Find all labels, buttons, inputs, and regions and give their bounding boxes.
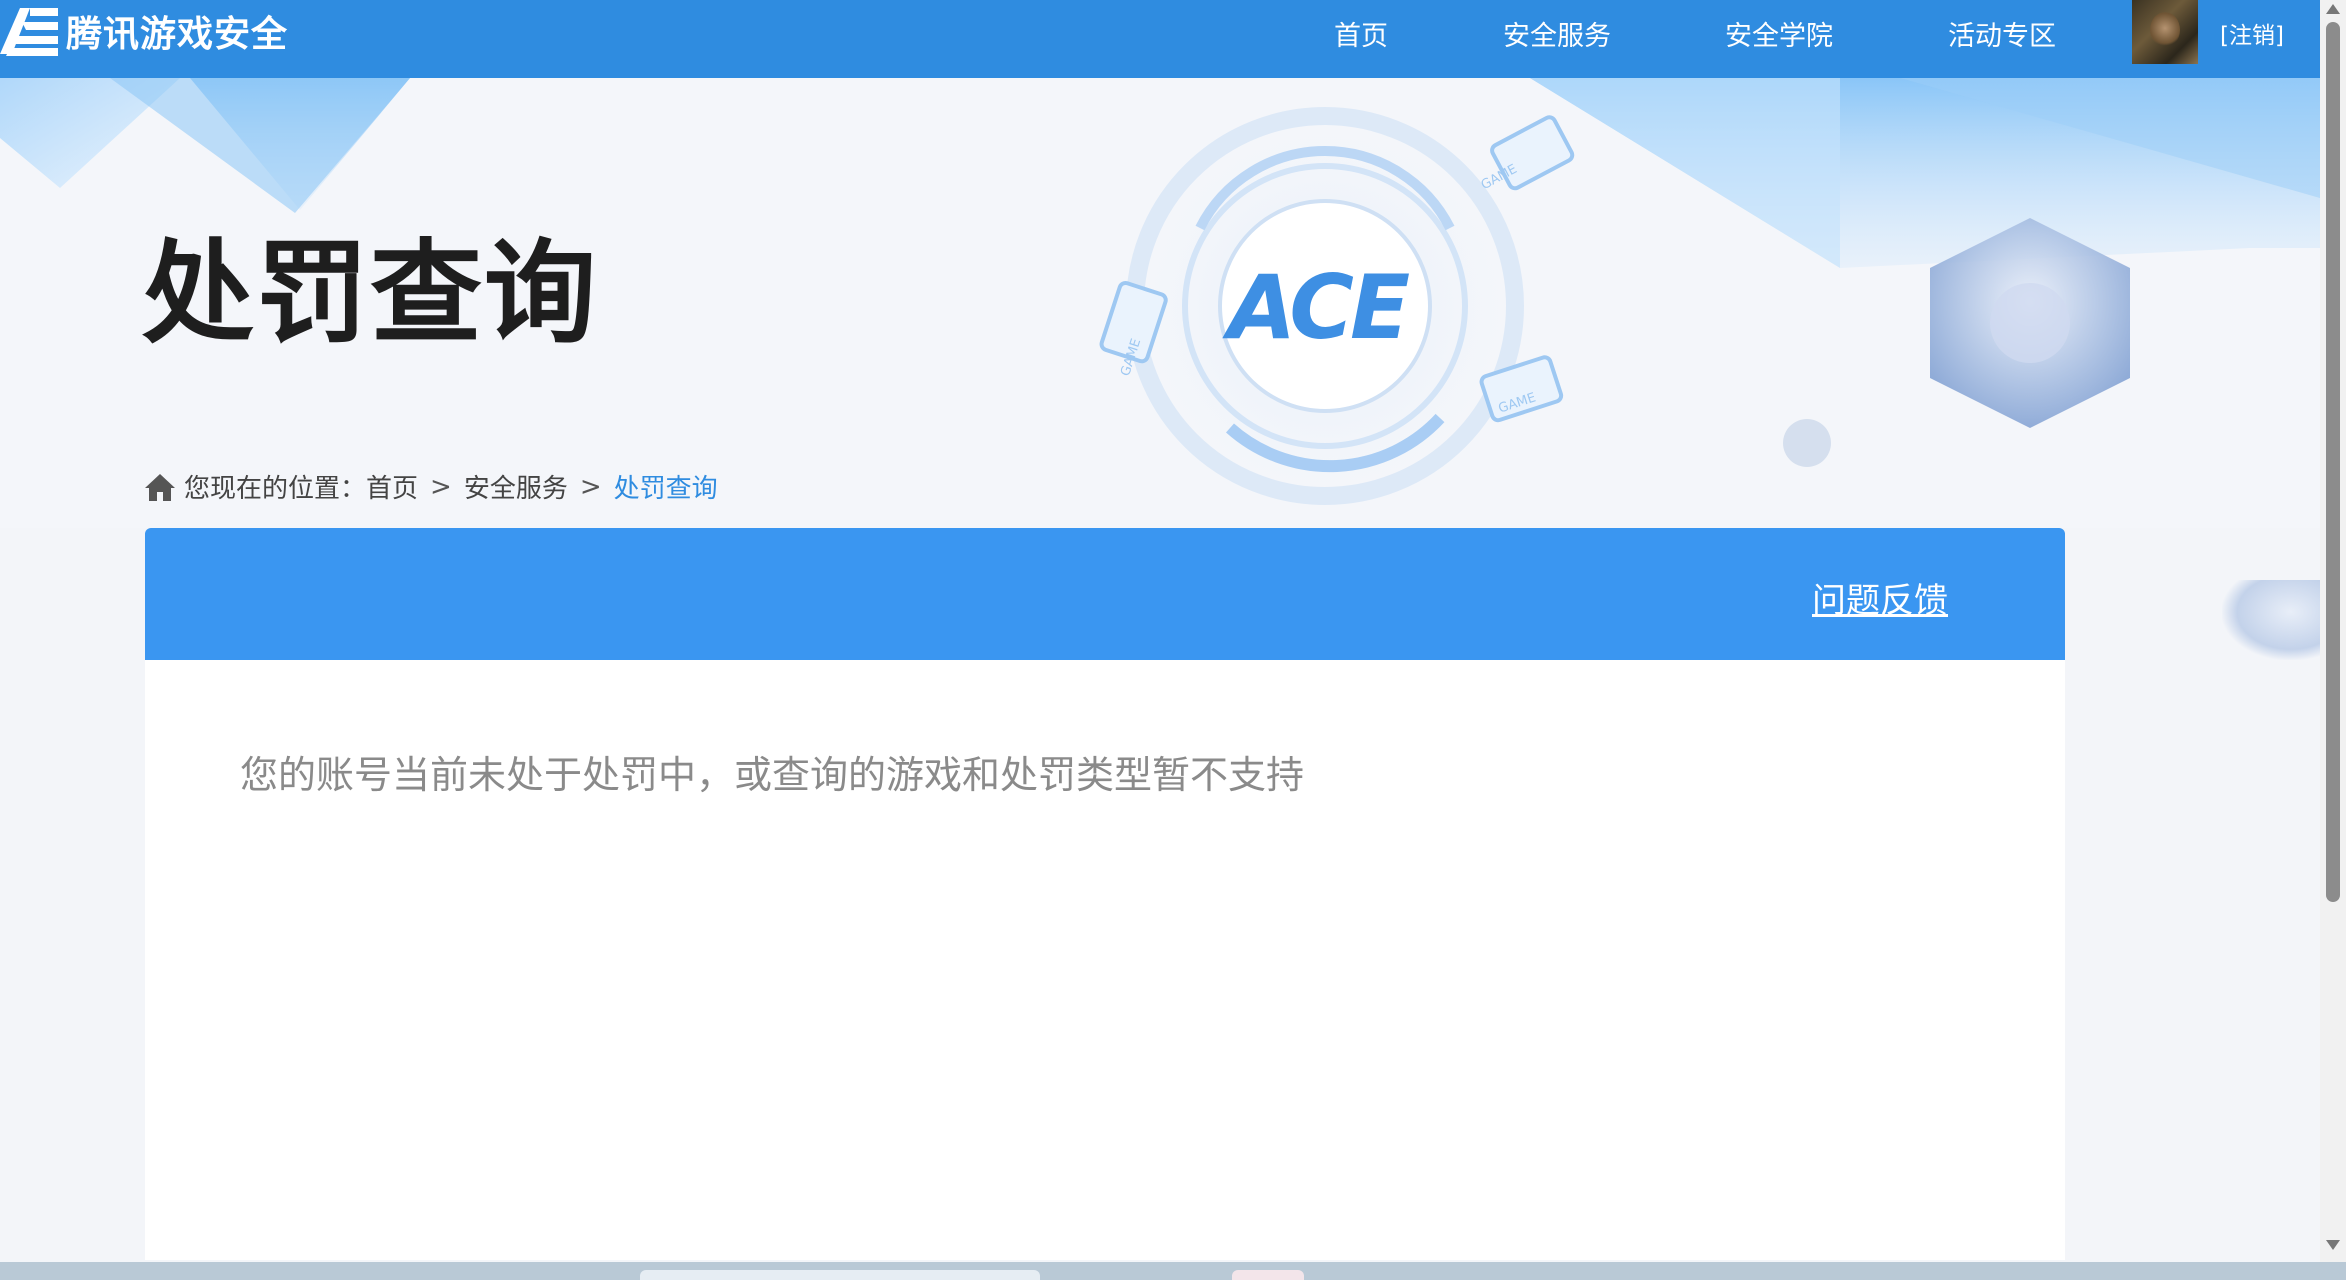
taskbar-item[interactable] bbox=[1232, 1270, 1304, 1280]
breadcrumb-security-services[interactable]: 安全服务 bbox=[464, 468, 568, 505]
nav-security-services[interactable]: 安全服务 bbox=[1503, 14, 1611, 53]
home-icon bbox=[145, 473, 175, 501]
result-message: 您的账号当前未处于处罚中，或查询的游戏和处罚类型暂不支持 bbox=[240, 753, 1305, 797]
ace-logo-icon bbox=[0, 8, 58, 56]
site-logo[interactable]: 腾讯游戏安全 bbox=[0, 0, 288, 62]
user-avatar[interactable] bbox=[2132, 0, 2198, 64]
top-nav-bar: 腾讯游戏安全 首页 安全服务 安全学院 活动专区 [注销] bbox=[0, 0, 2320, 78]
breadcrumb-prefix: 您现在的位置： bbox=[184, 474, 367, 504]
scroll-up-arrow-icon[interactable] bbox=[2326, 4, 2340, 14]
logout-link[interactable]: [注销] bbox=[2220, 16, 2284, 50]
breadcrumb-home[interactable]: 首页 bbox=[366, 468, 418, 505]
scrollbar-thumb[interactable] bbox=[2326, 22, 2340, 902]
page-title: 处罚查询 bbox=[142, 229, 598, 359]
breadcrumb: 您现在的位置： 首页 > 安全服务 > 处罚查询 bbox=[144, 468, 718, 505]
taskbar-strip bbox=[0, 1262, 2346, 1280]
side-decoration-image bbox=[2222, 580, 2320, 660]
ace-emblem: ACE bbox=[1228, 256, 1410, 359]
nav-home[interactable]: 首页 bbox=[1334, 14, 1388, 53]
breadcrumb-separator: > bbox=[579, 471, 602, 502]
panel-header bbox=[145, 528, 2065, 660]
nav-events[interactable]: 活动专区 bbox=[1948, 14, 2056, 53]
scroll-down-arrow-icon[interactable] bbox=[2326, 1240, 2340, 1250]
taskbar-item[interactable] bbox=[640, 1270, 1040, 1280]
hero-banner: ACE GAME GAME GAME 处罚查询 bbox=[0, 78, 2320, 528]
vertical-scrollbar[interactable] bbox=[2320, 0, 2346, 1262]
breadcrumb-separator: > bbox=[430, 471, 452, 502]
logo-text: 腾讯游戏安全 bbox=[66, 14, 289, 55]
nav-security-academy[interactable]: 安全学院 bbox=[1725, 14, 1833, 53]
feedback-link[interactable]: 问题反馈 bbox=[1812, 573, 1948, 622]
breadcrumb-current[interactable]: 处罚查询 bbox=[614, 468, 718, 505]
